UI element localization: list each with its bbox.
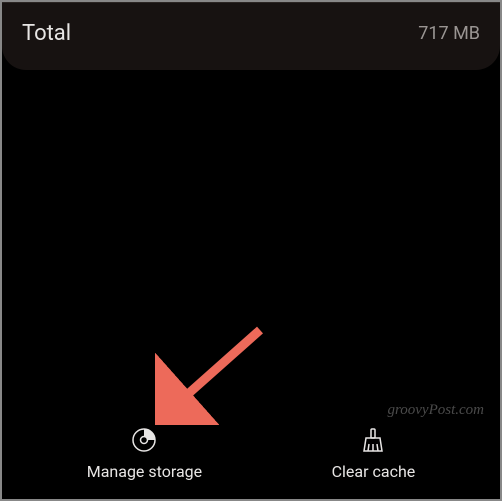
bottom-action-bar: Manage storage Clear cache <box>2 418 500 489</box>
storage-disc-icon <box>130 426 158 454</box>
total-label: Total <box>22 21 71 46</box>
clear-cache-label: Clear cache <box>332 462 416 481</box>
manage-storage-label: Manage storage <box>87 462 202 481</box>
watermark-text: groovyPost.com <box>387 402 484 419</box>
storage-total-row: Total 717 MB <box>2 2 500 70</box>
annotation-arrow-icon <box>155 325 275 425</box>
manage-storage-button[interactable]: Manage storage <box>71 418 218 489</box>
broom-icon <box>359 426 387 454</box>
clear-cache-button[interactable]: Clear cache <box>316 418 432 489</box>
total-value: 717 MB <box>418 23 480 44</box>
